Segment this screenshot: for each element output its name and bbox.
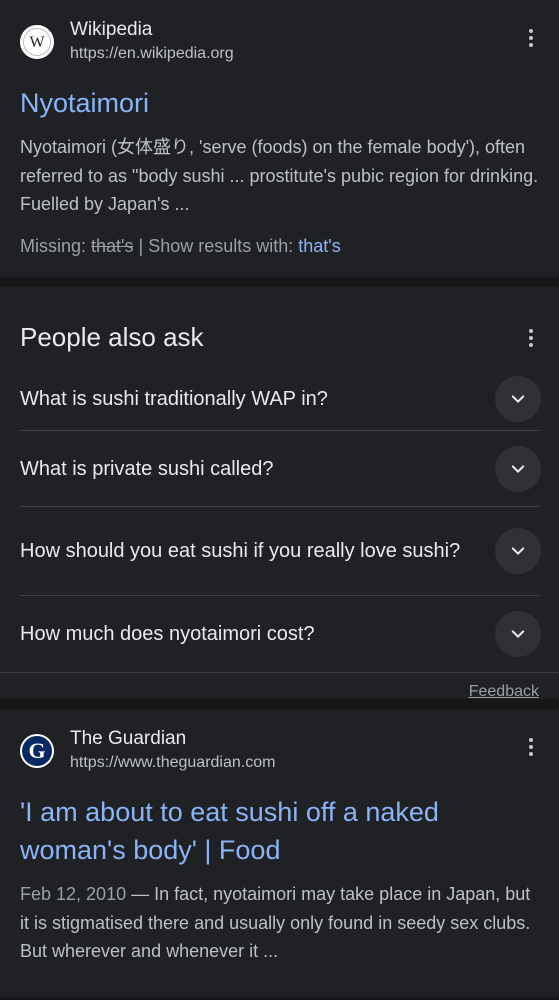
feedback-link[interactable]: Feedback	[469, 683, 539, 701]
source-url: https://www.theguardian.com	[70, 754, 276, 771]
source-info[interactable]: Wikipedia https://en.wikipedia.org	[70, 18, 519, 66]
expand-question-button[interactable]	[495, 445, 541, 492]
source-url: https://en.wikipedia.org	[70, 45, 234, 62]
search-result-wikipedia: W Wikipedia https://en.wikipedia.org Nyo…	[0, 0, 559, 277]
question-item[interactable]: How much does nyotaimori cost?	[20, 596, 541, 672]
wikipedia-logo-icon: W	[23, 28, 51, 56]
more-options-icon[interactable]	[519, 727, 543, 767]
question-text: What is private sushi called?	[20, 457, 274, 480]
expand-question-button[interactable]	[495, 611, 541, 657]
result-title-link[interactable]: 'I am about to eat sushi off a naked wom…	[20, 793, 539, 869]
expand-question-button[interactable]	[495, 375, 541, 422]
result-snippet: Nyotaimori (女体盛り, 'serve (foods) on the …	[20, 137, 539, 214]
chevron-down-icon	[511, 630, 525, 638]
result-snippet: Feb 12, 2010 — In fact, nyotaimori may t…	[20, 880, 539, 966]
people-also-ask-panel: People also ask What is sushi traditiona…	[0, 287, 559, 701]
chevron-down-icon	[511, 547, 525, 555]
more-options-icon[interactable]	[519, 18, 543, 58]
question-item[interactable]: What is private sushi called?	[20, 431, 541, 507]
missing-label: Missing:	[20, 235, 87, 256]
source-row: G The Guardian https://www.theguardian.c…	[20, 709, 539, 775]
source-info[interactable]: The Guardian https://www.theguardian.com	[70, 727, 519, 775]
question-item[interactable]: What is sushi traditionally WAP in?	[20, 367, 541, 431]
source-name: Wikipedia	[70, 19, 153, 40]
more-options-icon[interactable]	[519, 318, 543, 358]
chevron-down-icon	[511, 394, 525, 403]
wikipedia-favicon: W	[20, 25, 54, 59]
show-results-with-link[interactable]: that's	[298, 236, 340, 256]
guardian-favicon: G	[20, 734, 54, 768]
chevron-down-icon	[511, 464, 525, 473]
guardian-logo-icon: G	[22, 736, 52, 766]
source-name: The Guardian	[70, 728, 187, 749]
question-item[interactable]: How should you eat sushi if you really l…	[20, 507, 541, 596]
show-results-label: | Show results with:	[138, 235, 294, 256]
result-date: Feb 12, 2010	[20, 884, 127, 904]
people-also-ask-heading: People also ask	[20, 322, 204, 352]
expand-question-button[interactable]	[495, 528, 541, 574]
question-text: How much does nyotaimori cost?	[20, 623, 315, 645]
missing-term: that's	[91, 235, 134, 256]
result-title-link[interactable]: Nyotaimori	[20, 84, 539, 122]
question-text: What is sushi traditionally WAP in?	[20, 387, 328, 410]
search-result-guardian: G The Guardian https://www.theguardian.c…	[0, 709, 559, 997]
question-text: How should you eat sushi if you really l…	[20, 540, 461, 562]
source-row: W Wikipedia https://en.wikipedia.org	[20, 0, 539, 66]
missing-terms: Missing: that's | Show results with: tha…	[20, 233, 539, 259]
